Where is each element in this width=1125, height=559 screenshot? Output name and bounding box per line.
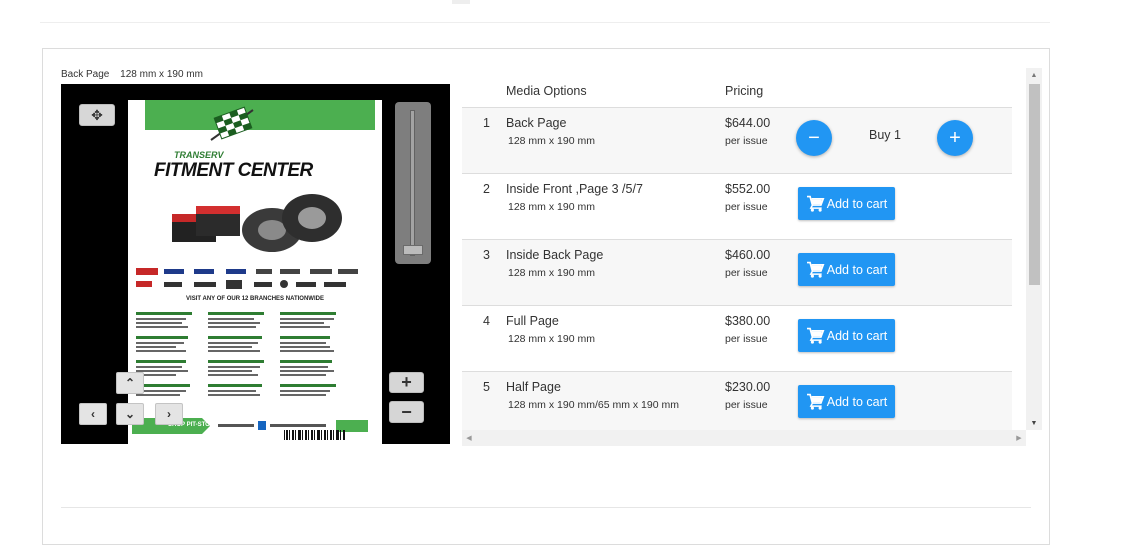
plus-icon: + xyxy=(949,126,961,149)
partner-logos-strip xyxy=(136,268,358,289)
scroll-down-arrow-icon[interactable]: ▼ xyxy=(1026,416,1042,430)
media-name: Inside Front ,Page 3 /5/7 xyxy=(506,182,643,196)
media-name: Full Page xyxy=(506,314,559,328)
table-row: 4 Full Page 128 mm x 190 mm $380.00 per … xyxy=(462,306,1012,372)
chevron-down-icon: ⌄ xyxy=(124,407,136,421)
add-to-cart-label: Add to cart xyxy=(826,328,888,343)
price-unit: per issue xyxy=(725,333,768,345)
pan-left-button[interactable]: ‹ xyxy=(79,403,107,425)
increase-quantity-button[interactable]: + xyxy=(937,120,973,156)
minus-icon: − xyxy=(808,126,820,149)
add-to-cart-label: Add to cart xyxy=(826,196,888,211)
pan-down-button[interactable]: ⌄ xyxy=(116,403,144,425)
card-bottom-divider xyxy=(61,507,1031,508)
row-number: 3 xyxy=(483,248,490,262)
row-number: 4 xyxy=(483,314,490,328)
move-button[interactable]: ✥ xyxy=(79,104,115,126)
ad-brand-large: FITMENT CENTER xyxy=(154,160,313,181)
price-unit: per issue xyxy=(725,399,768,411)
header-media-options: Media Options xyxy=(506,84,587,98)
pan-right-button[interactable]: › xyxy=(155,403,183,425)
row-number: 1 xyxy=(483,116,490,130)
media-name: Back Page xyxy=(506,116,567,130)
top-divider xyxy=(40,22,1050,23)
pan-up-button[interactable]: ⌃ xyxy=(116,372,144,394)
scroll-up-arrow-icon[interactable]: ▲ xyxy=(1026,68,1042,82)
media-size: 128 mm x 190 mm xyxy=(508,201,595,213)
batteries-and-tyres-image xyxy=(172,194,342,252)
zoom-in-button[interactable]: + xyxy=(389,372,424,393)
ad-visit-text: VISIT ANY OF OUR 12 BRANCHES NATIONWIDE xyxy=(186,296,324,302)
media-size: 128 mm x 190 mm/65 mm x 190 mm xyxy=(508,399,679,411)
vertical-scroll-thumb[interactable] xyxy=(1029,84,1040,285)
top-tab-marker xyxy=(452,0,470,4)
buy-quantity-label: Buy 1 xyxy=(869,128,901,142)
add-to-cart-button[interactable]: Add to cart xyxy=(798,187,895,220)
zoom-out-button[interactable]: − xyxy=(389,401,424,423)
zoom-slider[interactable] xyxy=(395,102,431,264)
scroll-right-arrow-icon[interactable]: ▶ xyxy=(1012,430,1026,446)
price-unit: per issue xyxy=(725,201,768,213)
media-price: $380.00 xyxy=(725,314,771,328)
scroll-left-arrow-icon[interactable]: ◀ xyxy=(462,430,476,446)
table-row: 5 Half Page 128 mm x 190 mm/65 mm x 190 … xyxy=(462,372,1012,430)
media-name: Inside Back Page xyxy=(506,248,604,262)
barcode-image xyxy=(284,430,345,440)
table-row: 2 Inside Front ,Page 3 /5/7 128 mm x 190… xyxy=(462,174,1012,240)
cart-icon xyxy=(806,261,825,278)
media-size: 128 mm x 190 mm xyxy=(508,135,595,147)
decrease-quantity-button[interactable]: − xyxy=(796,120,832,156)
zoom-slider-track xyxy=(410,110,415,256)
row-number: 2 xyxy=(483,182,490,196)
add-to-cart-label: Add to cart xyxy=(826,394,888,409)
media-price: $552.00 xyxy=(725,182,771,196)
add-to-cart-label: Add to cart xyxy=(826,262,888,277)
media-name: Half Page xyxy=(506,380,561,394)
horizontal-scrollbar[interactable]: ◀ ▶ xyxy=(462,430,1026,446)
add-to-cart-button[interactable]: Add to cart xyxy=(798,319,895,352)
horizontal-scroll-thumb[interactable] xyxy=(478,433,1010,443)
header-pricing: Pricing xyxy=(725,84,764,98)
chevron-up-icon: ⌃ xyxy=(124,376,136,390)
ad-brand-small: TRANSERV xyxy=(174,150,224,160)
cart-icon xyxy=(806,393,825,410)
table-header: Media Options Pricing xyxy=(462,68,1012,108)
add-to-cart-button[interactable]: Add to cart xyxy=(798,385,895,418)
cart-icon xyxy=(806,195,825,212)
chevron-left-icon: ‹ xyxy=(91,407,95,421)
plus-icon: + xyxy=(401,372,412,392)
minus-icon: − xyxy=(401,401,412,422)
checkered-flag-icon xyxy=(210,106,254,141)
row-number: 5 xyxy=(483,380,490,394)
ad-page-image: TRANSERV FITMENT CENTER VISIT ANY OF OUR… xyxy=(128,100,382,444)
media-price: $644.00 xyxy=(725,116,771,130)
media-price: $230.00 xyxy=(725,380,771,394)
table-scroll-area[interactable]: Media Options Pricing 1 Back Page 128 mm… xyxy=(462,68,1026,430)
preview-media-name: Back Page xyxy=(61,69,110,80)
move-arrows-icon: ✥ xyxy=(91,106,103,123)
media-size: 128 mm x 190 mm xyxy=(508,267,595,279)
vertical-scrollbar[interactable]: ▲ ▼ xyxy=(1026,68,1042,430)
chevron-right-icon: › xyxy=(167,407,171,421)
cart-icon xyxy=(806,327,825,344)
price-unit: per issue xyxy=(725,267,768,279)
table-row: 1 Back Page 128 mm x 190 mm $644.00 per … xyxy=(462,108,1012,174)
media-price: $460.00 xyxy=(725,248,771,262)
table-row: 3 Inside Back Page 128 mm x 190 mm $460.… xyxy=(462,240,1012,306)
add-to-cart-button[interactable]: Add to cart xyxy=(798,253,895,286)
media-options-table: Media Options Pricing 1 Back Page 128 mm… xyxy=(462,68,1042,446)
branch-directory-text xyxy=(136,312,336,396)
preview-media-size: 128 mm x 190 mm xyxy=(120,69,203,80)
preview-caption: Back Page 128 mm x 190 mm xyxy=(61,69,203,80)
price-unit: per issue xyxy=(725,135,768,147)
zoom-slider-thumb[interactable] xyxy=(403,245,423,255)
media-size: 128 mm x 190 mm xyxy=(508,333,595,345)
